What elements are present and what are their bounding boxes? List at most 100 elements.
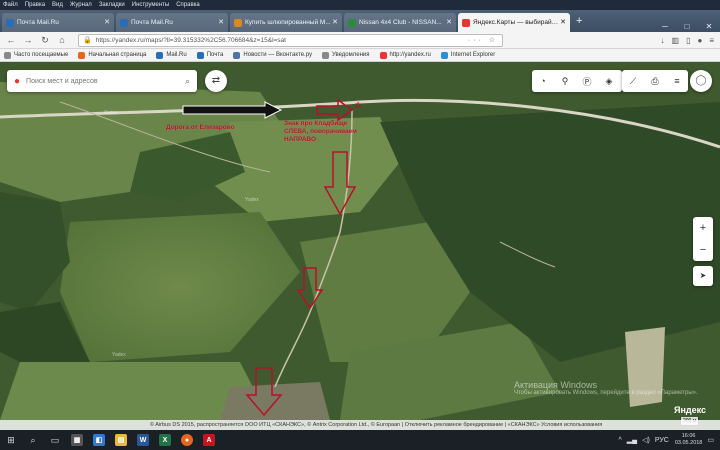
close-icon[interactable]: ✕: [104, 18, 110, 26]
taskbar-store[interactable]: ◧: [88, 430, 110, 450]
close-icon[interactable]: ✕: [332, 18, 338, 26]
tab-title: Почта Mail.Ru: [131, 19, 173, 26]
tab-mail-2[interactable]: Почта Mail.Ru ✕: [116, 13, 228, 32]
search-taskbar-button[interactable]: ⌕: [22, 430, 44, 450]
parking-icon[interactable]: Ⓟ: [576, 75, 598, 88]
bookmark-item[interactable]: Начальная страница: [78, 51, 146, 59]
tab-title: Яндекс.Карты — выбирайте...: [473, 19, 561, 26]
taskbar-calculator[interactable]: ▦: [66, 430, 88, 450]
zoom-out-icon[interactable]: −: [693, 239, 713, 261]
url-text[interactable]: https://yandex.ru/maps/?ll=39.315332%2C5…: [96, 37, 468, 44]
word-icon: W: [137, 434, 149, 446]
map-label: Yadex: [104, 110, 118, 116]
map-pin-icon: ●: [14, 75, 21, 87]
search-icon[interactable]: ⌕: [185, 76, 190, 87]
back-arrow-icon[interactable]: ←: [4, 35, 18, 45]
system-tray: ^ ▂▄ ◁) РУС 16:06 03.05.2018 ▭: [613, 433, 720, 447]
zoom-control: + −: [693, 217, 713, 261]
activation-title: Активация Windows: [514, 380, 597, 390]
traffic-icon[interactable]: ◔: [532, 76, 554, 86]
map-layers-group: ◔ ⚲ Ⓟ ◈: [532, 70, 622, 92]
yandex-logo[interactable]: Яндекс: [674, 405, 706, 415]
tab-yandex-maps[interactable]: Яндекс.Карты — выбирайте... ✕: [458, 13, 570, 32]
close-icon[interactable]: ✕: [560, 18, 566, 26]
menu-help[interactable]: Справка: [176, 2, 200, 8]
tab-nissan[interactable]: Nissan 4x4 Club - NISSAN... ✕: [344, 13, 456, 32]
bookmark-icon: [4, 51, 11, 59]
download-icon[interactable]: ↓: [661, 36, 665, 45]
reload-icon[interactable]: ↻: [38, 35, 52, 46]
transport-icon[interactable]: ⚲: [554, 76, 576, 87]
nissan-favicon-icon: [348, 18, 356, 27]
print-icon[interactable]: ⎙: [644, 76, 666, 87]
layers-icon[interactable]: ◈: [598, 76, 620, 87]
bookmark-item[interactable]: Internet Explorer: [440, 51, 495, 59]
menu-tools[interactable]: Инструменты: [132, 2, 169, 8]
user-avatar[interactable]: ◯: [690, 70, 712, 92]
library-icon[interactable]: ▥: [672, 36, 680, 45]
close-icon[interactable]: ✕: [446, 18, 452, 26]
search-icon: ⌕: [30, 434, 36, 445]
map-label: Yadex: [245, 197, 259, 203]
bell-icon: [321, 51, 329, 59]
sidebar-icon[interactable]: ▯: [686, 36, 690, 45]
menu-view[interactable]: Вид: [52, 2, 63, 8]
annotation-turn-label: Знак про Кладбище СЛЕВА, поворачиваем НА…: [284, 120, 357, 143]
language-indicator[interactable]: РУС: [655, 437, 669, 444]
yandex-icon: [379, 51, 387, 59]
page-actions-icon[interactable]: ··· ☆: [468, 36, 498, 44]
location-arrow-icon: ➤: [699, 271, 707, 280]
menu-history[interactable]: Журнал: [70, 2, 92, 8]
menu-icon[interactable]: ≡: [666, 76, 688, 86]
bookmark-item[interactable]: http://yandex.ru: [379, 51, 431, 59]
taskbar: ⊞ ⌕ ▭ ▦ ◧ ▤ W X ● A ^ ▂▄ ◁) РУС 16:06 03…: [0, 430, 720, 450]
tab-title: Купить шлюпированный М...: [245, 19, 331, 26]
volume-icon[interactable]: ◁): [642, 436, 650, 444]
zoom-in-icon[interactable]: +: [693, 217, 713, 239]
taskbar-explorer[interactable]: ▤: [110, 430, 132, 450]
bookmark-item[interactable]: Новости — Вконтакте.ру: [233, 51, 312, 59]
addon-icon[interactable]: ●: [697, 36, 702, 45]
menu-hamburger-icon[interactable]: ≡: [709, 36, 714, 45]
vk-icon: [233, 51, 241, 59]
search-box[interactable]: ● ⌕: [7, 70, 197, 92]
bookmark-item[interactable]: Часто посещаемые: [4, 51, 68, 59]
chevron-up-icon[interactable]: ^: [618, 437, 621, 444]
bookmark-item[interactable]: Уведомления: [321, 51, 370, 59]
windows-activation-watermark: Активация Windows Чтобы активировать Win…: [514, 380, 714, 397]
geolocation-button[interactable]: ➤: [693, 266, 713, 286]
start-button[interactable]: ⊞: [0, 430, 22, 450]
network-icon[interactable]: ▂▄: [627, 436, 637, 444]
ruler-icon[interactable]: ⟋: [622, 76, 644, 87]
bookmark-item[interactable]: Почта: [196, 51, 223, 59]
home-icon[interactable]: ⌂: [55, 35, 69, 45]
taskbar-acrobat[interactable]: A: [198, 430, 220, 450]
close-icon[interactable]: ✕: [218, 18, 224, 26]
menu-bookmarks[interactable]: Закладки: [99, 2, 125, 8]
taskbar-firefox[interactable]: ●: [176, 430, 198, 450]
mail-favicon-icon: [120, 18, 128, 27]
tab-shop[interactable]: Купить шлюпированный М... ✕: [230, 13, 342, 32]
tab-mail-1[interactable]: Почта Mail.Ru ✕: [2, 13, 114, 32]
forward-arrow-icon[interactable]: →: [21, 35, 35, 45]
route-button[interactable]: ⇄: [205, 70, 227, 92]
bookmark-item[interactable]: Mail.Ru: [156, 51, 187, 59]
clock[interactable]: 16:06 03.05.2018: [675, 433, 703, 447]
taskbar-word[interactable]: W: [132, 430, 154, 450]
new-tab-button[interactable]: +: [576, 15, 582, 27]
map-label: Yadex: [112, 352, 126, 358]
browser-window: Файл Правка Вид Журнал Закладки Инструме…: [0, 0, 720, 450]
task-view-button[interactable]: ▭: [44, 430, 66, 450]
folder-icon: ▤: [115, 434, 127, 446]
excel-icon: X: [159, 434, 171, 446]
address-bar[interactable]: 🔒 https://yandex.ru/maps/?ll=39.315332%2…: [78, 33, 503, 47]
notifications-icon[interactable]: ▭: [707, 436, 714, 444]
taskbar-excel[interactable]: X: [154, 430, 176, 450]
menu-edit[interactable]: Правка: [25, 2, 45, 8]
clock-time: 16:06: [681, 433, 696, 439]
search-input[interactable]: [26, 77, 185, 85]
annotation-road-label: Дорога от Елизарово: [166, 124, 235, 131]
satellite-map[interactable]: ✡ Yadex Yadex Yadex Дорога от Елизарово …: [0, 62, 720, 430]
menu-file[interactable]: Файл: [3, 2, 18, 8]
clock-date: 03.05.2018: [674, 440, 703, 446]
